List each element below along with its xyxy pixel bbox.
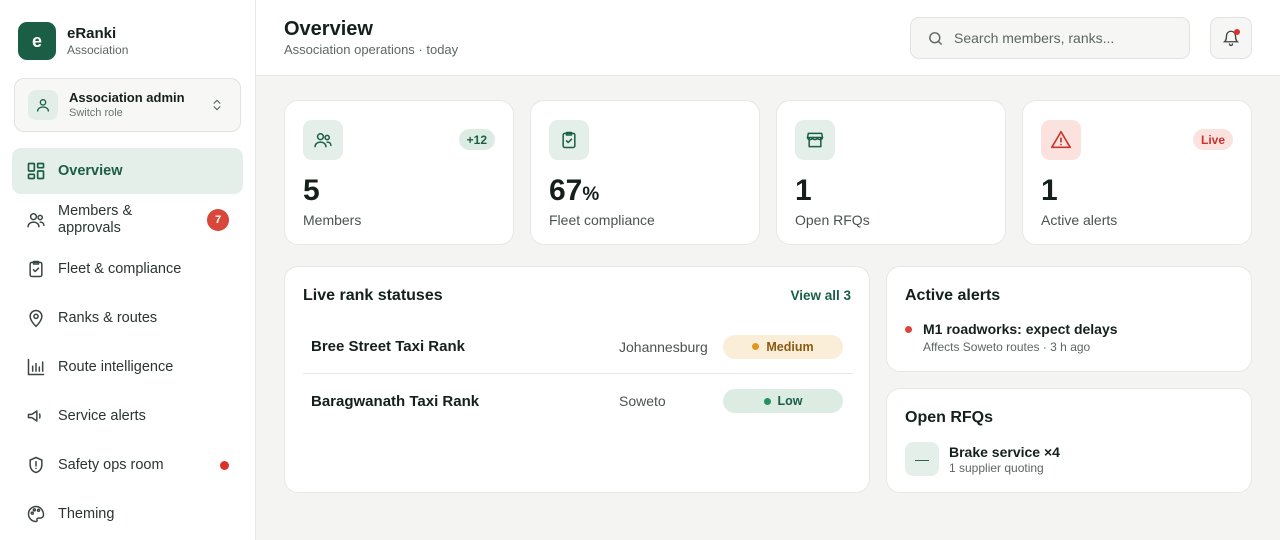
stat-card-fleet-compliance[interactable]: 67% Fleet compliance [530, 100, 760, 245]
rfq-meta: 1 supplier quoting [949, 461, 1044, 475]
rank-city: Johannesburg [619, 338, 708, 355]
user-icon [28, 90, 58, 120]
page-title: Overview [284, 18, 373, 40]
status-dot [763, 397, 771, 405]
open-rfqs-card: Open RFQs — Brake service ×4 1 supplier … [886, 388, 1252, 493]
pending-approvals-badge: 7 [207, 209, 229, 231]
status-label: Medium [766, 339, 814, 354]
stat-number: 5 [303, 174, 320, 207]
alert-triangle-icon [1041, 120, 1081, 160]
table-row[interactable]: Bree Street Taxi Rank Johannesburg Mediu… [303, 320, 853, 374]
brand-subtitle: Association [67, 43, 129, 57]
bar-chart-icon [26, 357, 46, 377]
stat-value: 1 [1041, 174, 1058, 208]
sidebar-nav: Overview Members & approvals 7 Fleet & c… [12, 148, 243, 540]
store-icon [795, 120, 835, 160]
sidebar-item-label: Fleet & compliance [58, 260, 182, 277]
stat-label: Active alerts [1041, 212, 1118, 228]
grid-icon [26, 161, 46, 181]
sidebar-item-theming[interactable]: Theming [12, 491, 243, 537]
role-title: Association admin [69, 90, 185, 105]
status-label: Low [777, 394, 803, 408]
sidebar-item-members[interactable]: Members & approvals 7 [12, 197, 243, 243]
clipboard-check-icon [26, 259, 46, 279]
stat-card-open-rfqs[interactable]: 1 Open RFQs [776, 100, 1006, 245]
stat-value: 1 [795, 174, 812, 208]
card-title: Live rank statuses [303, 287, 443, 304]
sidebar-item-label: Ranks & routes [58, 309, 158, 326]
search-input[interactable] [954, 30, 1174, 46]
brand-text: eRanki Association [67, 25, 128, 57]
notification-dot [1234, 29, 1240, 35]
stat-card-members[interactable]: +12 5 Members [284, 100, 514, 245]
stat-value: 5 [303, 174, 320, 208]
palette-icon [26, 504, 46, 524]
live-status-dot [220, 461, 229, 470]
stat-label: Open RFQs [795, 212, 870, 228]
top-header: Overview Association operations · today [256, 0, 1280, 76]
brand-name: eRanki [67, 25, 117, 42]
sidebar-item-route-intelligence[interactable]: Route intelligence [12, 344, 243, 390]
stat-number: 67 [549, 174, 583, 207]
stat-number: 1 [1041, 174, 1058, 207]
sidebar-item-safety-ops[interactable]: Safety ops room [12, 442, 243, 488]
alert-meta: Affects Soweto routes · 3 h ago [923, 340, 1091, 354]
stat-number: 1 [795, 174, 812, 207]
sidebar-item-label: Overview [58, 162, 123, 179]
status-dot [752, 343, 760, 350]
card-title: Active alerts [905, 287, 1001, 304]
search-icon [927, 30, 944, 47]
sidebar-item-label: Theming [58, 505, 115, 522]
rank-name: Baragwanath Taxi Rank [311, 392, 480, 410]
role-text: Association admin Switch role [69, 90, 210, 120]
page-subtitle: Association operations · today [284, 42, 459, 57]
live-badge: Live [1192, 129, 1233, 150]
stat-card-active-alerts[interactable]: Live 1 Active alerts [1022, 100, 1252, 245]
stat-label: Fleet compliance [549, 212, 655, 228]
shield-icon [26, 455, 46, 475]
role-switcher[interactable]: Association admin Switch role [14, 78, 241, 132]
members-change-badge: +12 [458, 129, 495, 150]
clipboard-check-icon [549, 120, 589, 160]
rfq-title[interactable]: Brake service ×4 [949, 444, 1060, 460]
search-box[interactable] [910, 17, 1190, 59]
sidebar-item-service-alerts[interactable]: Service alerts [12, 393, 243, 439]
sidebar-item-label: Service alerts [58, 407, 146, 424]
sidebar-item-ranks[interactable]: Ranks & routes [12, 295, 243, 341]
megaphone-icon [26, 406, 46, 426]
map-pin-icon [26, 308, 46, 328]
users-icon [26, 210, 46, 230]
sidebar-item-label: Safety ops room [58, 456, 164, 473]
view-all-ranks-link[interactable]: View all 3 [790, 288, 851, 303]
chevron-up-down-icon [210, 97, 226, 113]
status-badge: Low [723, 389, 843, 413]
dash-icon: — [905, 442, 939, 476]
table-row[interactable]: Baragwanath Taxi Rank Soweto Low [303, 374, 853, 428]
rank-name: Bree Street Taxi Rank [311, 338, 465, 355]
status-badge: Medium [723, 334, 843, 359]
stat-value: 67% [549, 174, 599, 212]
alert-severity-dot [905, 326, 912, 333]
card-title: Open RFQs [905, 409, 994, 426]
sidebar-item-overview[interactable]: Overview [12, 148, 243, 194]
active-alerts-card: Active alerts M1 roadworks: expect delay… [886, 266, 1252, 372]
notifications-button[interactable] [1210, 17, 1252, 59]
sidebar: e eRanki Association Association admin S… [0, 0, 256, 540]
sidebar-item-label: Route intelligence [58, 358, 174, 375]
sidebar-item-label: Members & approvals [58, 203, 133, 236]
role-subtitle: Switch role [69, 107, 123, 119]
alert-title[interactable]: M1 roadworks: expect delays [923, 321, 1118, 337]
brand[interactable]: e eRanki Association [18, 22, 128, 60]
stat-unit: % [582, 184, 600, 205]
stat-label: Members [303, 212, 362, 228]
brand-logo: e [18, 22, 56, 60]
rank-city: Soweto [619, 393, 666, 409]
users-icon [303, 120, 343, 160]
sidebar-item-fleet[interactable]: Fleet & compliance [12, 246, 243, 292]
live-rank-statuses-card: Live rank statuses View all 3 Bree Stree… [284, 266, 870, 493]
